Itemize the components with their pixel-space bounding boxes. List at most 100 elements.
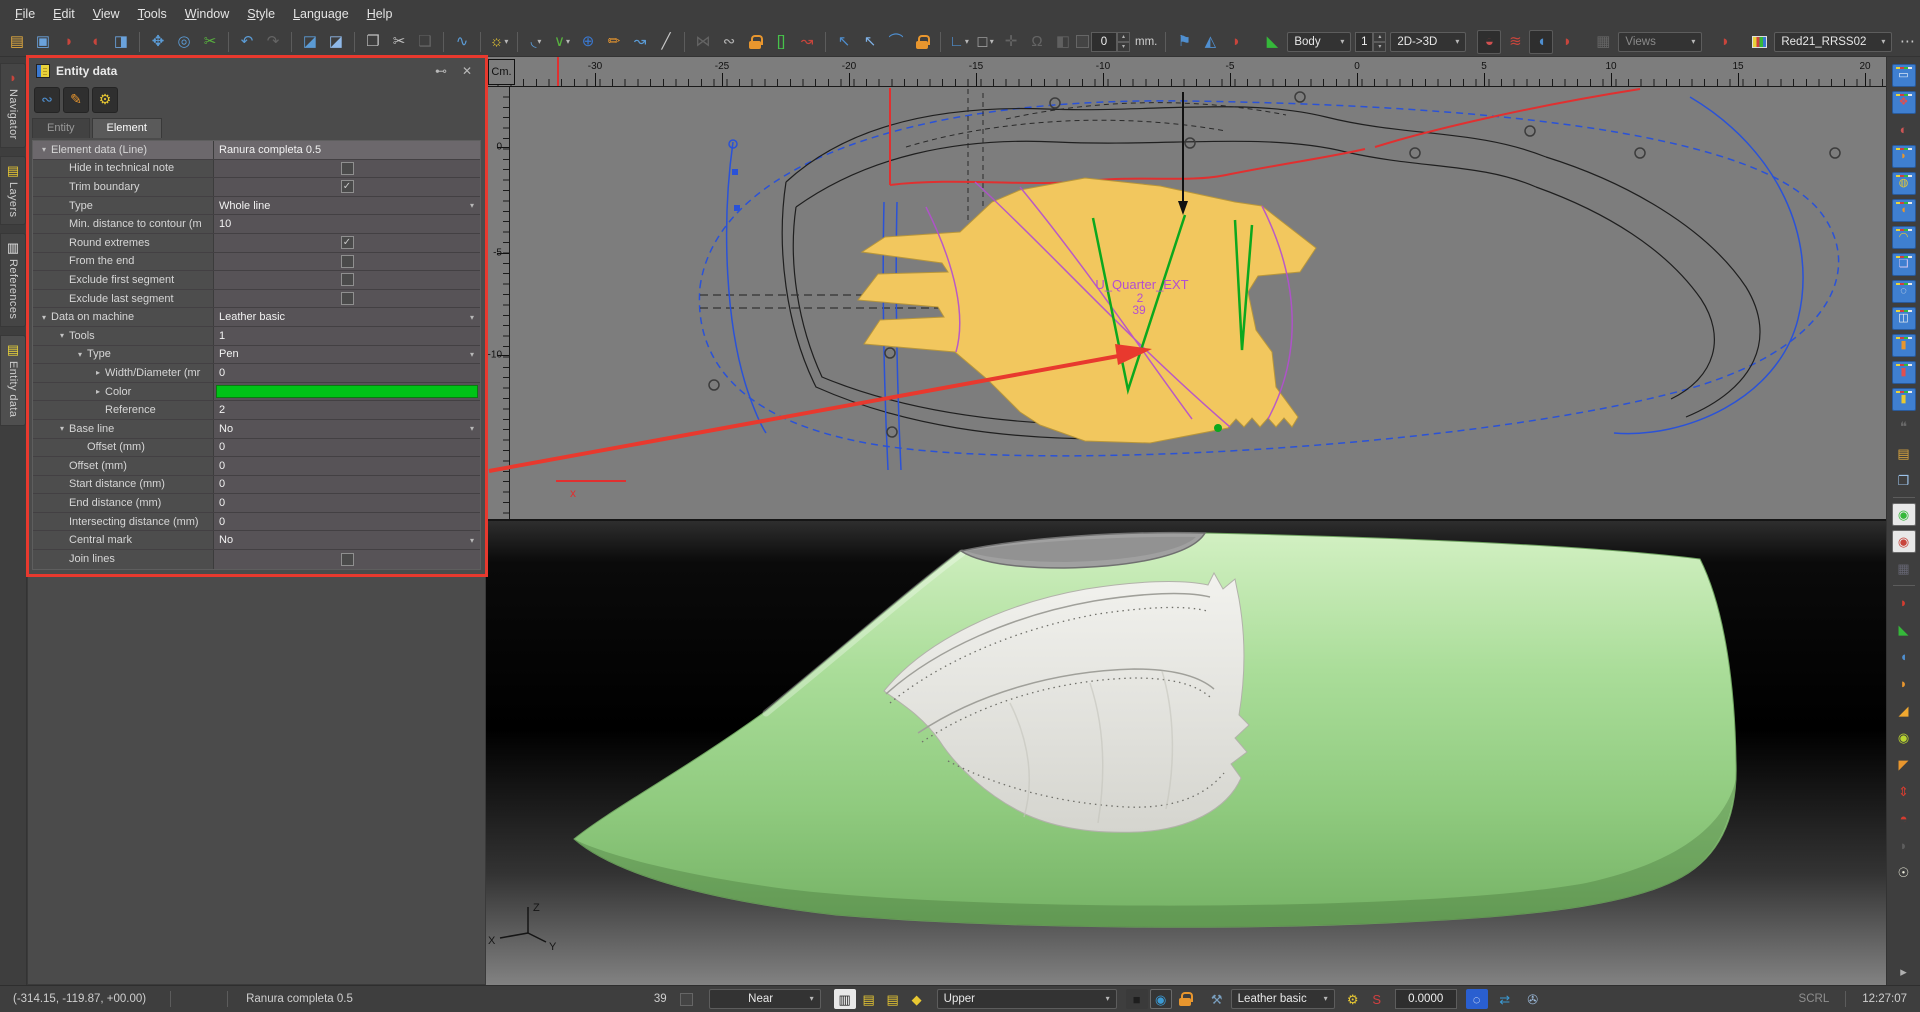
menu-item[interactable]: Help <box>358 2 402 26</box>
show-shoe-visibility-button[interactable]: ◉ <box>1892 530 1916 553</box>
pick-entity-tool[interactable]: ∾ <box>34 87 60 113</box>
sidebar-tab-references[interactable]: ▥References <box>0 233 26 327</box>
link-node-button[interactable]: ∾ <box>717 30 741 54</box>
machine-settings-button[interactable]: ⚙ <box>1342 989 1364 1009</box>
property-value-cell[interactable]: No▾ <box>214 420 480 438</box>
property-row[interactable]: TypeWhole line▾ <box>33 197 480 216</box>
tab-element[interactable]: Element <box>92 118 162 138</box>
redo-button[interactable]: ↷ <box>261 30 285 54</box>
property-value-cell[interactable]: 0 <box>214 439 480 457</box>
property-row[interactable]: Exclude first segment <box>33 271 480 290</box>
fill-swatch-button[interactable]: ◧ <box>1051 30 1075 54</box>
show-last-visibility-button[interactable]: ◉ <box>1892 503 1916 526</box>
save-button[interactable]: ▣ <box>31 30 55 54</box>
toolbar-checkbox[interactable] <box>1076 35 1089 48</box>
expander-icon[interactable]: ▾ <box>55 424 69 433</box>
open-shoe-button[interactable]: ◖ <box>83 30 107 54</box>
expander-icon[interactable]: ▸ <box>91 387 105 396</box>
pencil-button[interactable]: ✏ <box>602 30 626 54</box>
lock-add-window-button[interactable]: ▮ <box>1892 361 1916 384</box>
property-value-cell[interactable]: 10 <box>214 215 480 233</box>
spin-up-icon[interactable]: ▴ <box>1117 32 1130 42</box>
bracket-select-button[interactable]: [] <box>769 30 793 54</box>
append-curve-button[interactable]: ↝ <box>795 30 819 54</box>
eraser-button[interactable]: ◪ <box>298 30 322 54</box>
number-input[interactable]: 1▴▾ <box>1355 32 1386 52</box>
show-split-shoe-button[interactable]: ◒ <box>1477 30 1501 54</box>
wedge-button[interactable]: ◢ <box>1892 699 1916 722</box>
select-entities-button[interactable]: ↖ <box>832 30 856 54</box>
dropdown-caret-icon[interactable]: ▾ <box>470 350 474 359</box>
close-icon[interactable]: ✕ <box>457 64 477 78</box>
copy-window-button[interactable]: ❏ <box>1892 253 1916 276</box>
lock-window-button[interactable]: ▮ <box>1892 334 1916 357</box>
property-value-cell[interactable] <box>214 290 480 308</box>
locked-window-button[interactable]: ▮ <box>1892 388 1916 411</box>
property-value-cell[interactable] <box>214 383 480 401</box>
near-combo[interactable]: Near▾ <box>709 989 821 1009</box>
mode-2d3d-combo[interactable]: 2D->3D▾ <box>1390 32 1466 52</box>
pieces-window-button[interactable]: ❖ <box>1892 91 1916 114</box>
blue-node[interactable] <box>734 205 740 211</box>
more-options-button[interactable]: ⋯ <box>1895 30 1919 54</box>
tools-button[interactable]: ⚒ <box>1206 989 1228 1009</box>
property-row[interactable]: Exclude last segment <box>33 290 480 309</box>
dropdown-caret-icon[interactable]: ▾ <box>470 536 474 545</box>
palette-icon[interactable] <box>1747 30 1771 54</box>
property-value-cell[interactable]: Ranura completa 0.5 <box>214 141 480 159</box>
marquee-button[interactable]: ◻▾ <box>973 30 997 54</box>
property-row[interactable]: Offset (mm)0 <box>33 439 480 458</box>
property-value-cell[interactable]: ✓ <box>214 178 480 196</box>
red-shoe-button[interactable]: ◗ <box>1555 30 1579 54</box>
menu-item[interactable]: Style <box>238 2 284 26</box>
property-value-cell[interactable]: ✓ <box>214 234 480 252</box>
property-value-cell[interactable]: 0 <box>214 494 480 512</box>
sole-orange-button[interactable]: ◗ <box>1892 672 1916 695</box>
property-row[interactable]: ▾Tools1 <box>33 327 480 346</box>
property-row[interactable]: Trim boundary✓ <box>33 178 480 197</box>
add-shoe-button[interactable]: ◗ <box>1713 30 1737 54</box>
menu-item[interactable]: View <box>84 2 129 26</box>
view-lock-button[interactable]: ▦ <box>1591 30 1615 54</box>
copy-docs-button[interactable]: ❐ <box>1892 469 1916 492</box>
property-checkbox[interactable]: ✓ <box>341 180 354 193</box>
region-select-button[interactable]: ◌ <box>1466 989 1488 1009</box>
axes-button[interactable]: ∟▾ <box>947 30 971 54</box>
expander-icon[interactable]: ▾ <box>73 350 87 359</box>
property-value-cell[interactable]: No▾ <box>214 531 480 549</box>
tab-entity[interactable]: Entity <box>32 118 90 138</box>
property-checkbox[interactable] <box>341 162 354 175</box>
new-window-button[interactable]: ▭ <box>1892 64 1916 87</box>
colorway-combo[interactable]: Red21_RRSS02▾ <box>1774 32 1892 52</box>
lock-button[interactable] <box>910 30 934 54</box>
ruler-button[interactable]: ╱ <box>654 30 678 54</box>
smooth-curve-button[interactable]: ∿ <box>450 30 474 54</box>
split-window-button[interactable]: ◫ <box>1892 307 1916 330</box>
soles-stack-button[interactable]: ≋ <box>1503 30 1527 54</box>
property-value-cell[interactable]: Whole line▾ <box>214 197 480 215</box>
property-value-cell[interactable]: 2 <box>214 401 480 419</box>
entity-settings-tool[interactable]: ⚙ <box>92 87 118 113</box>
property-value-cell[interactable]: Pen▾ <box>214 346 480 364</box>
property-row[interactable]: ▸Width/Diameter (mr0 <box>33 364 480 383</box>
heel-button[interactable]: ◤ <box>1892 753 1916 776</box>
property-row[interactable]: Central markNo▾ <box>33 531 480 550</box>
sole-window-button[interactable]: ◗ <box>1892 145 1916 168</box>
move-button[interactable]: ✛ <box>999 30 1023 54</box>
property-value-cell[interactable]: Leather basic▾ <box>214 308 480 326</box>
render-bulb-button[interactable]: ☉ <box>1892 861 1916 884</box>
menu-item[interactable]: File <box>6 2 44 26</box>
menu-item[interactable]: Window <box>176 2 238 26</box>
property-row[interactable]: Intersecting distance (mm)0 <box>33 513 480 532</box>
property-value-cell[interactable]: 1 <box>214 327 480 345</box>
notch-tool-button[interactable]: ∨▾ <box>550 30 574 54</box>
sole-blue-button[interactable]: ◖ <box>1892 645 1916 668</box>
property-checkbox[interactable]: ✓ <box>341 236 354 249</box>
spin-down-icon[interactable]: ▾ <box>1117 42 1130 52</box>
dropdown-caret-icon[interactable]: ▾ <box>470 313 474 322</box>
viewport-3d[interactable]: Z X Y <box>486 519 1886 985</box>
menu-item[interactable]: Tools <box>129 2 176 26</box>
dashed-piece-window-button[interactable]: ◍ <box>1892 172 1916 195</box>
size-checkbox[interactable] <box>680 993 693 1006</box>
property-row[interactable]: Reference2 <box>33 401 480 420</box>
